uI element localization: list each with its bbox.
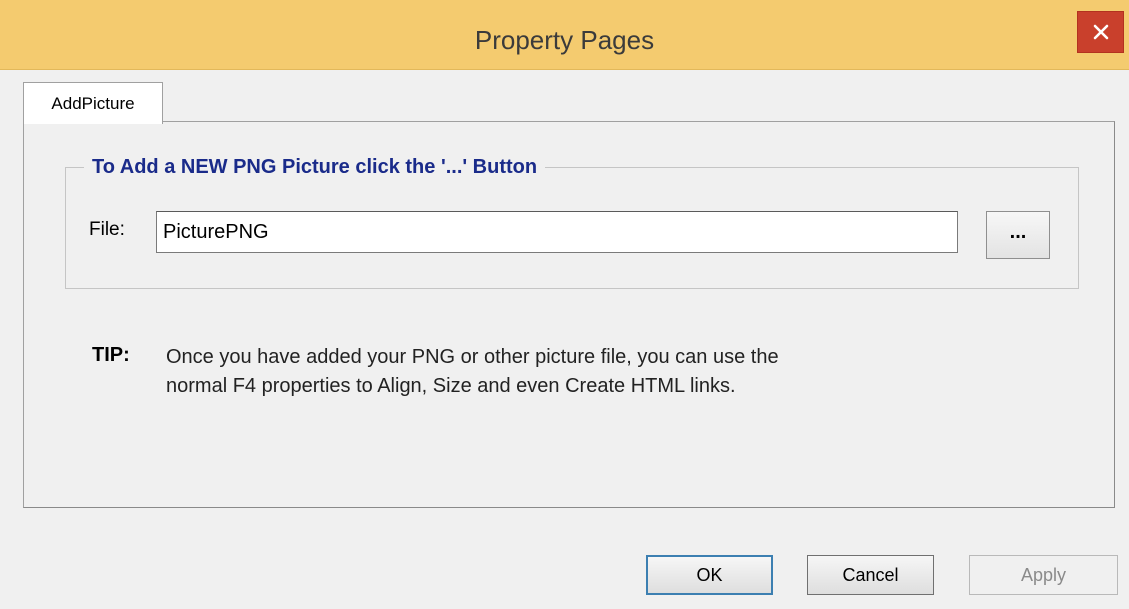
file-label: File:	[89, 219, 125, 240]
tip-line-2: normal F4 properties to Align, Size and …	[166, 375, 736, 397]
tab-addpicture[interactable]: AddPicture	[23, 82, 163, 124]
title-bar[interactable]	[0, 0, 1129, 70]
browse-button[interactable]: ...	[986, 211, 1050, 259]
tip-line-1: Once you have added your PNG or other pi…	[166, 346, 779, 368]
cancel-button[interactable]: Cancel	[807, 555, 934, 595]
groupbox-legend: To Add a NEW PNG Picture click the '...'…	[84, 153, 546, 181]
tip-label: TIP:	[92, 344, 130, 366]
tab-addpicture-label: AddPicture	[51, 93, 135, 113]
close-button[interactable]	[1077, 11, 1124, 53]
tip-text: Once you have added your PNG or other pi…	[166, 343, 986, 401]
ok-button[interactable]: OK	[646, 555, 773, 595]
file-input[interactable]	[156, 211, 958, 253]
close-icon	[1093, 24, 1108, 40]
property-pages-window: Property Pages AddPicture To Add a NEW P…	[0, 0, 1129, 609]
apply-button[interactable]: Apply	[969, 555, 1118, 595]
